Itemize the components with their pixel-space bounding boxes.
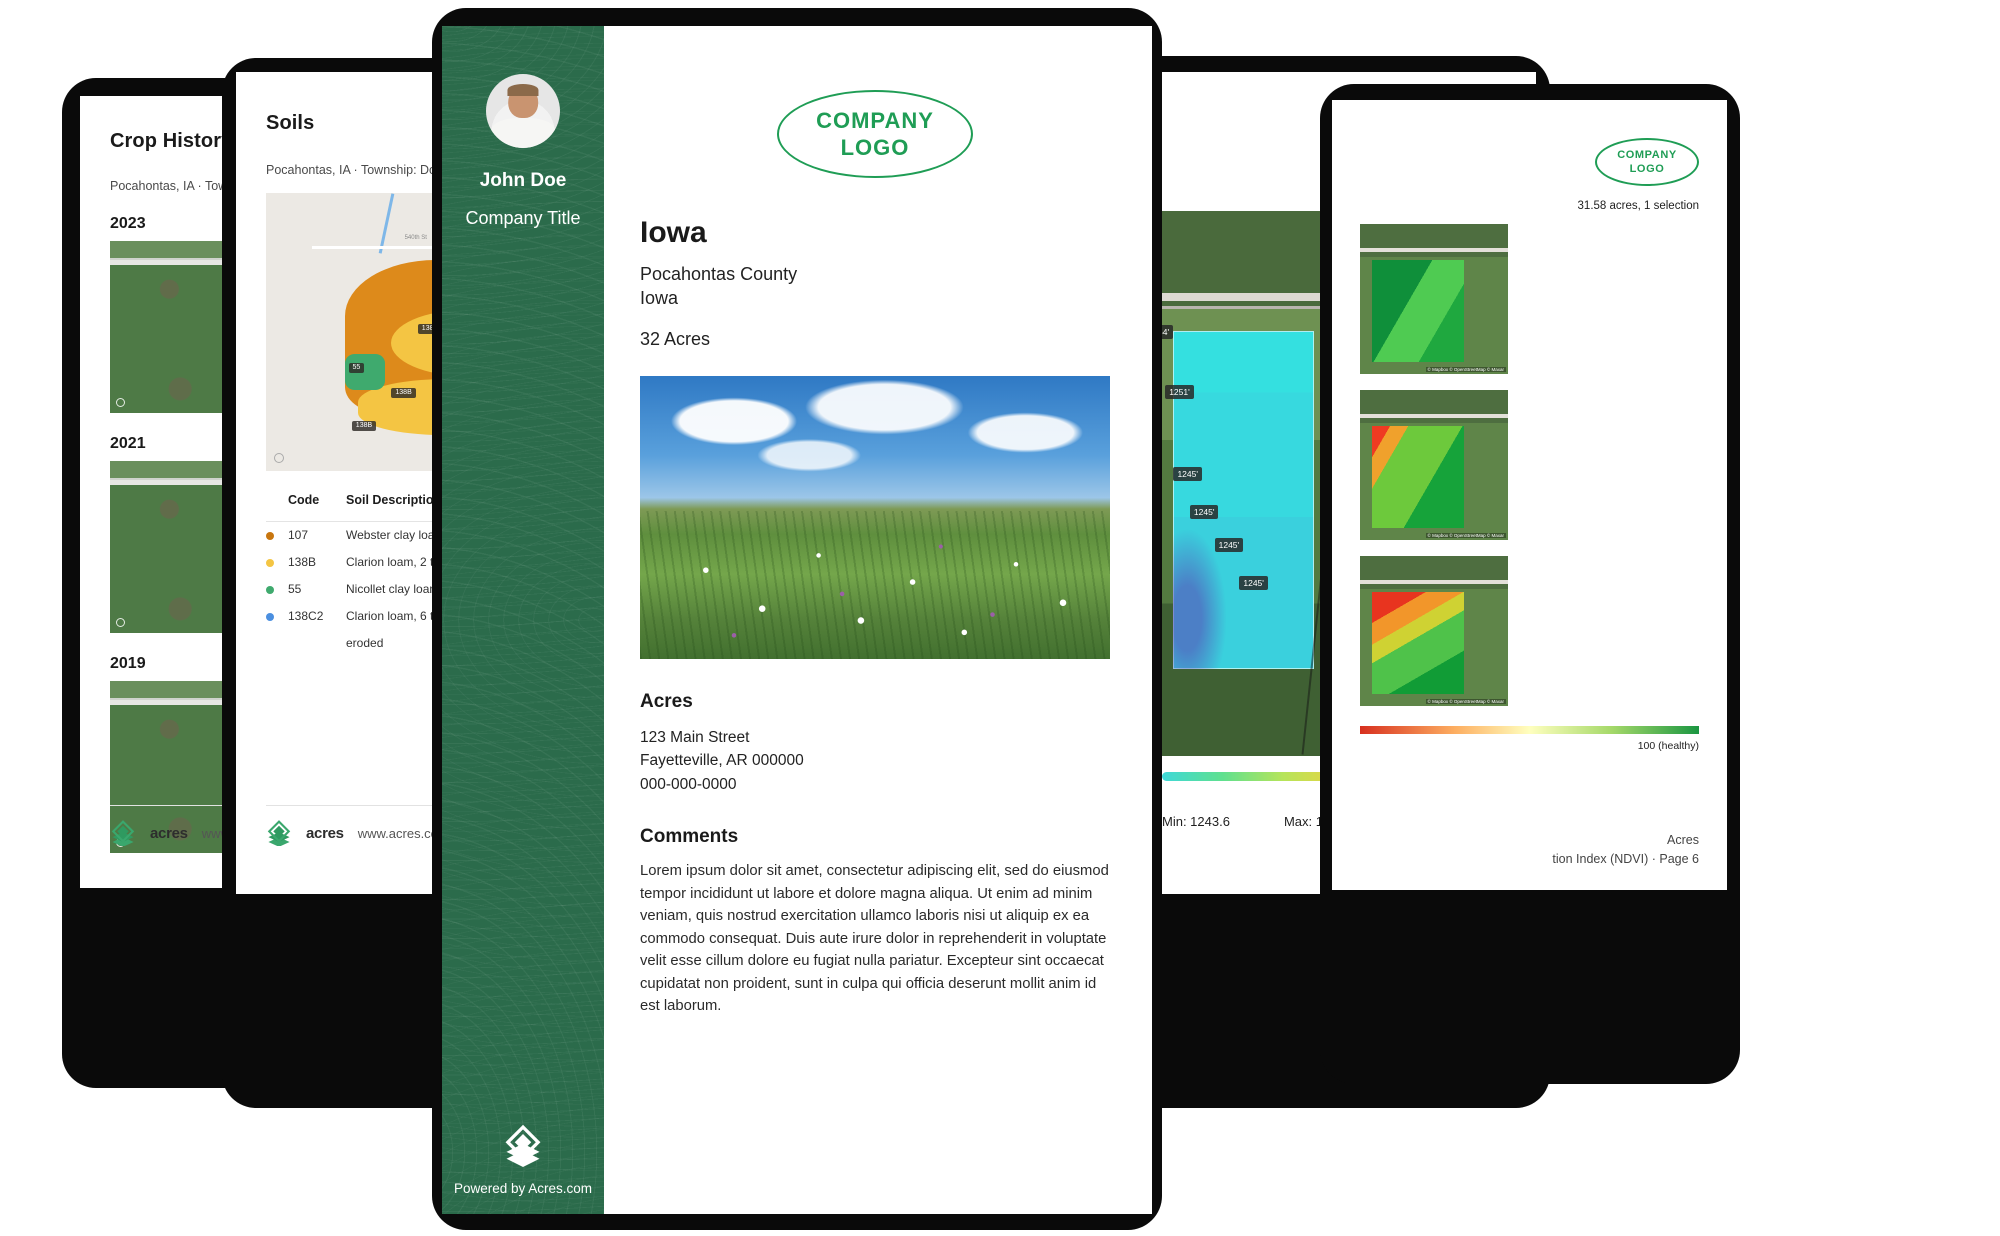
cover-main: COMPANY LOGO Iowa Pocahontas County Iowa… <box>604 26 1152 1214</box>
page-ndvi[interactable]: COMPANY LOGO 31.58 acres, 1 selection © … <box>1332 100 1727 890</box>
footer-brand: Acres <box>1667 833 1699 847</box>
company-heading: Acres <box>640 690 693 712</box>
person-name: John Doe <box>479 170 567 191</box>
soil-code: 107 <box>288 528 309 542</box>
map-attribution-icon <box>274 453 284 463</box>
soil-color-swatch <box>266 522 288 550</box>
soil-code: 55 <box>288 582 302 596</box>
street-label: 540th St <box>404 234 427 241</box>
soil-map-tag: 138B <box>351 420 377 431</box>
contour-label: 1245' <box>1173 467 1202 482</box>
property-acres: 32 Acres <box>640 328 711 349</box>
acres-logo-icon <box>111 820 135 846</box>
company-logo-placeholder: COMPANY LOGO <box>1595 138 1699 186</box>
hero-foreground <box>640 511 1110 659</box>
page-footer: Acres tion Index (NDVI) · Page 6 <box>1552 833 1699 866</box>
ndvi-raster <box>1371 260 1464 362</box>
comments-heading: Comments <box>640 826 739 848</box>
map-attribution-icon <box>116 618 125 627</box>
property-state: Iowa <box>640 288 679 309</box>
powered-by-label: Powered by Acres.com <box>453 1181 593 1196</box>
company-logo-placeholder[interactable]: COMPANY LOGO <box>777 90 973 178</box>
elevation-min: Min: 1243.6 <box>1162 814 1230 829</box>
cover-sidebar: John Doe Company Title Powered by Acres.… <box>442 26 604 1214</box>
map-attribution: © Mapbox © OpenStreetMap © Maxar <box>1425 533 1506 538</box>
ndvi-raster <box>1371 426 1464 528</box>
acres-wordmark: acres <box>306 824 344 842</box>
acres-wordmark: acres <box>150 824 188 842</box>
col-header-code: Code <box>288 493 320 507</box>
ndvi-ramp-label: 100 (healthy) <box>1637 740 1699 752</box>
report-preview-stack: Crop History Pocahontas, IA · Township: … <box>0 0 2000 1236</box>
road-overlay <box>1360 414 1508 418</box>
map-attribution-icon <box>116 398 125 407</box>
creek-overlay <box>378 193 395 254</box>
contour-label: 1245' <box>1189 505 1219 520</box>
col-header-dot <box>266 493 288 522</box>
footer-page-label: tion Index (NDVI) · Page 6 <box>1552 852 1699 866</box>
selected-field-polygon <box>1173 330 1314 669</box>
company-logo-line1: COMPANY <box>1617 148 1677 161</box>
person-role: Company Title <box>465 208 581 228</box>
contour-label: 1245' <box>1239 576 1268 591</box>
avatar <box>486 74 560 148</box>
company-logo-line2: LOGO <box>840 135 910 160</box>
soil-map-tag: 138B <box>391 387 416 398</box>
avatar-torso <box>491 118 555 148</box>
comments-body: Lorem ipsum dolor sit amet, consectetur … <box>640 863 1109 1015</box>
company-logo-line2: LOGO <box>1629 163 1665 175</box>
property-state-title: Iowa <box>640 216 707 249</box>
powered-by-block: Powered by Acres.com <box>442 1123 604 1196</box>
soil-code: 138C2 <box>288 609 324 623</box>
soil-code: 138B <box>288 555 317 569</box>
ndvi-map-3[interactable]: © Mapbox © OpenStreetMap © Maxar <box>1360 556 1508 706</box>
acres-logo-icon <box>505 1124 541 1167</box>
ndvi-legend: 100 (healthy) <box>1332 722 1727 752</box>
company-address-line1: 123 Main Street <box>640 728 750 746</box>
hero-photo <box>640 375 1110 659</box>
soil-color-swatch <box>266 549 288 576</box>
map-attribution: © Mapbox © OpenStreetMap © Maxar <box>1425 699 1506 704</box>
page-cover[interactable]: John Doe Company Title Powered by Acres.… <box>442 26 1152 1214</box>
selection-summary: 31.58 acres, 1 selection <box>1577 200 1699 212</box>
road-overlay <box>1360 248 1508 252</box>
acres-logo-icon <box>267 820 291 846</box>
road-overlay <box>1360 580 1508 584</box>
avatar-hair <box>507 84 539 97</box>
property-county: Pocahontas County <box>640 264 798 284</box>
company-address-line2: Fayetteville, AR 000000 <box>640 752 804 770</box>
soil-color-swatch <box>266 576 288 603</box>
soil-color-swatch <box>266 603 288 630</box>
ndvi-raster <box>1371 592 1464 694</box>
soil-map-tag: 55 <box>348 362 365 373</box>
company-phone: 000-000-0000 <box>640 775 737 793</box>
company-logo-line1: COMPANY <box>816 107 934 133</box>
contour-label: 1251' <box>1165 385 1194 400</box>
map-attribution: © Mapbox © OpenStreetMap © Maxar <box>1425 367 1506 372</box>
topographic-pattern <box>442 26 604 1214</box>
ndvi-map-1[interactable]: © Mapbox © OpenStreetMap © Maxar <box>1360 224 1508 374</box>
ndvi-map-2[interactable]: © Mapbox © OpenStreetMap © Maxar <box>1360 390 1508 540</box>
contour-label: 1245' <box>1214 538 1244 552</box>
ndvi-color-ramp <box>1360 726 1699 734</box>
